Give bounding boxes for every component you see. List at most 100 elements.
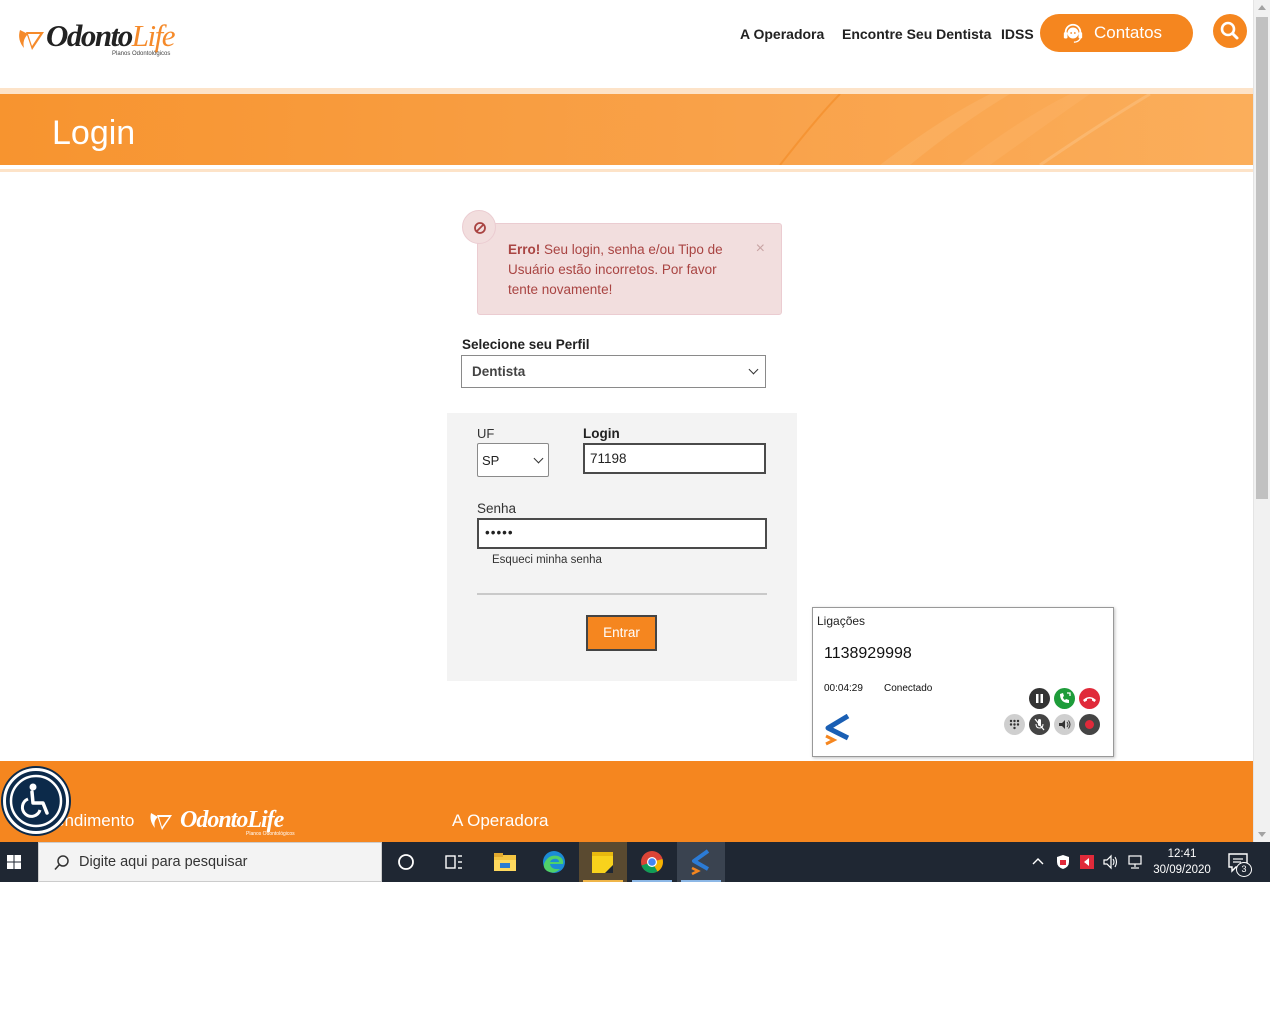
scrollbar-thumb[interactable] (1256, 17, 1268, 499)
entrar-button[interactable]: Entrar (586, 615, 657, 651)
softphone-logo-icon (691, 849, 710, 876)
wheelchair-icon (9, 774, 63, 828)
perfil-select[interactable]: Dentista (461, 355, 766, 388)
footer-a-operadora[interactable]: A Operadora (452, 811, 548, 831)
nav-idss[interactable]: IDSS (1001, 26, 1034, 42)
search-icon (54, 855, 69, 871)
nav-a-operadora[interactable]: A Operadora (740, 26, 824, 42)
remote-app-icon[interactable] (1079, 854, 1095, 870)
speaker-icon (1059, 720, 1071, 729)
chrome-taskbar-button[interactable] (628, 842, 676, 882)
shield-icon[interactable] (1055, 854, 1071, 870)
login-label: Login (583, 426, 620, 441)
edge-browser-icon (543, 851, 565, 873)
softphone-taskbar-button[interactable] (677, 842, 725, 882)
logo-subtitle: Planos Odontológicos (112, 51, 171, 57)
site-header: OdontoLife Planos Odontológicos A Operad… (0, 0, 1253, 88)
start-button[interactable] (0, 842, 38, 882)
alert-strong: Erro! (508, 242, 541, 257)
footer-logo: OdontoLife Planos Odontológicos (148, 807, 318, 837)
pause-icon (1036, 694, 1043, 703)
screen: OdontoLife Planos Odontológicos A Operad… (0, 0, 1280, 1024)
alert-message: Erro! Seu login, senha e/ou Tipo de Usuá… (508, 240, 748, 300)
headset-icon (1063, 23, 1083, 43)
call-widget: Ligações 1138929998 00:04:29 Conectado (812, 607, 1114, 757)
sticky-notes-icon (592, 852, 613, 873)
chevron-down-icon (533, 453, 544, 464)
folder-icon (494, 853, 516, 871)
uf-value: SP (482, 453, 500, 468)
call-status: Conectado (884, 683, 933, 694)
logo-text-odonto: Odonto (46, 18, 133, 53)
keypad-button[interactable] (1004, 714, 1025, 735)
windows-logo-icon (7, 855, 21, 869)
phone-hangup-icon (1083, 697, 1096, 702)
chrome-icon (641, 851, 663, 874)
alert-body: Seu login, senha e/ou Tipo de Usuário es… (508, 242, 723, 297)
scroll-down-icon[interactable] (1258, 832, 1266, 837)
odontolife-logo[interactable]: OdontoLife Planos Odontológicos (16, 18, 186, 62)
accessibility-button[interactable] (3, 768, 69, 834)
page-banner: Login (0, 94, 1253, 165)
transfer-call-button[interactable] (1054, 688, 1075, 709)
search-icon (1220, 21, 1239, 40)
network-icon[interactable] (1126, 854, 1144, 870)
call-duration: 00:04:29 (824, 683, 863, 694)
panel-divider (477, 593, 767, 595)
logo-mark-icon (19, 30, 44, 50)
senha-input[interactable]: ••••• (477, 518, 767, 549)
error-alert: Erro! Seu login, senha e/ou Tipo de Usuá… (477, 223, 782, 315)
hangup-call-button[interactable] (1079, 688, 1100, 709)
vertical-scrollbar[interactable] (1253, 0, 1270, 842)
volume-icon[interactable] (1102, 854, 1120, 870)
clock-time: 12:41 (1167, 848, 1197, 860)
nav-encontre-seu-dentista[interactable]: Encontre Seu Dentista (842, 26, 991, 42)
senha-label: Senha (477, 501, 517, 516)
footer-logo-subtitle: Planos Odontológicos (246, 831, 295, 837)
contatos-button[interactable]: Contatos (1040, 14, 1193, 52)
contatos-label: Contatos (1094, 23, 1163, 42)
banner-bottom-stripe (0, 165, 1253, 172)
mute-button[interactable] (1029, 714, 1050, 735)
record-button[interactable] (1079, 714, 1100, 735)
site-footer: endimento OdontoLife Planos Odontológico… (0, 761, 1253, 842)
cortana-button[interactable] (382, 842, 430, 882)
show-hidden-icons-icon[interactable] (1031, 854, 1045, 870)
login-input[interactable]: 71198 (583, 443, 766, 474)
footer-atendimento: endimento (55, 811, 135, 830)
edge-taskbar-button[interactable] (530, 842, 578, 882)
chevron-down-icon (748, 364, 759, 375)
alert-close-button[interactable]: × (756, 240, 765, 258)
taskbar-search-box[interactable]: Digite aqui para pesquisar (38, 842, 382, 882)
pause-call-button[interactable] (1029, 688, 1050, 709)
call-widget-title: Ligações (817, 614, 866, 628)
cortana-circle-icon (398, 854, 414, 870)
search-button[interactable] (1213, 14, 1247, 48)
taskbar-search-placeholder: Digite aqui para pesquisar (79, 854, 248, 870)
task-view-button[interactable] (430, 842, 478, 882)
perfil-label: Selecione seu Perfil (462, 337, 590, 352)
record-icon (1085, 720, 1094, 729)
softphone-logo-icon (825, 714, 850, 746)
footer-logo-text: OdontoLife (180, 807, 284, 833)
perfil-value: Dentista (472, 364, 526, 379)
file-explorer-taskbar-button[interactable] (481, 842, 529, 882)
logo-mark-icon (150, 813, 172, 830)
page-title: Login (52, 114, 136, 152)
uf-select[interactable]: SP (477, 443, 549, 477)
task-view-icon (445, 855, 462, 869)
logo-text-life: Life (131, 18, 176, 53)
alert-ban-icon (462, 210, 496, 244)
phone-transfer-icon (1060, 692, 1071, 703)
sticky-notes-taskbar-button[interactable] (579, 842, 627, 882)
scroll-up-icon[interactable] (1258, 5, 1266, 10)
taskbar-clock[interactable]: 12:41 30/09/2020 (1148, 846, 1216, 878)
windows-taskbar: Digite aqui para pesquisar 12:41 30/09/2… (0, 842, 1270, 882)
notification-count-badge: 3 (1236, 862, 1252, 877)
speaker-button[interactable] (1054, 714, 1075, 735)
microphone-off-icon (1034, 718, 1045, 731)
forgot-password-link[interactable]: Esqueci minha senha (492, 554, 602, 566)
dialpad-icon (1009, 719, 1020, 730)
call-number: 1138929998 (824, 645, 912, 662)
banner-decoration (779, 94, 1151, 165)
